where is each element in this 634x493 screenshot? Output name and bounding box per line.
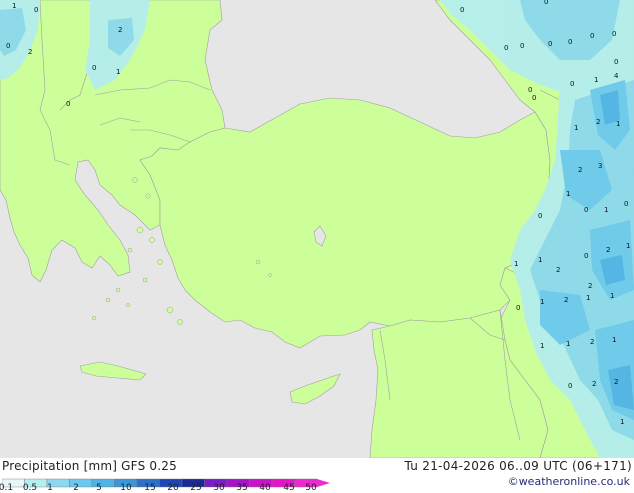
precip-value-label: 1 [620, 418, 624, 426]
color-scale-arrow [317, 479, 330, 487]
color-scale-tick: 50 [305, 483, 317, 493]
precip-value-label: 1 [604, 206, 608, 214]
color-scale-tick: 40 [259, 483, 271, 493]
precip-value-label: 0 [570, 80, 574, 88]
color-scale-tick: 30 [213, 483, 225, 493]
precip-value-label: 2 [596, 118, 600, 126]
precip-value-label: 0 [568, 382, 572, 390]
precip-value-label: 0 [614, 58, 618, 66]
color-scale-tick: 1 [47, 483, 53, 493]
precip-value-label: 2 [578, 166, 582, 174]
precip-value-label: 0 [520, 42, 524, 50]
precip-value-label: 0 [66, 100, 70, 108]
precip-value-label: 1 [586, 294, 590, 302]
color-scale-tick: 20 [167, 483, 179, 493]
credit-link[interactable]: ©weatheronline.co.uk [508, 475, 630, 488]
precip-value-label: 0 [34, 6, 38, 14]
precip-value-label: 1 [626, 242, 630, 250]
precip-value-label: 0 [568, 38, 572, 46]
precip-value-label: 1 [612, 336, 616, 344]
precip-value-label: 2 [588, 282, 592, 290]
precip-value-label: 2 [614, 378, 618, 386]
precip-value-label: 0 [504, 44, 508, 52]
color-scale-tick: 2 [73, 483, 79, 493]
precip-value-label: 4 [614, 72, 619, 80]
precip-value-label: 0 [532, 94, 536, 102]
precip-value-label: 1 [610, 292, 614, 300]
precip-value-label: 2 [28, 48, 32, 56]
precip-value-label: 0 [460, 6, 464, 14]
precip-value-label: 2 [556, 266, 560, 274]
precip-value-label: 1 [116, 68, 120, 76]
precip-value-label: 2 [118, 26, 122, 34]
precip-value-label: 1 [574, 124, 578, 132]
precip-value-label: 1 [566, 340, 570, 348]
color-scale-tick: 0.5 [22, 483, 38, 493]
precip-value-label: 1 [566, 190, 570, 198]
precip-value-label: 3 [598, 162, 602, 170]
color-scale-tick: 25 [190, 483, 202, 493]
color-scale-tick: 15 [144, 483, 156, 493]
precip-value-label: 1 [594, 76, 598, 84]
precip-value-label: 1 [540, 342, 544, 350]
color-scale-tick: 45 [283, 483, 295, 493]
precip-value-label: 2 [564, 296, 568, 304]
map-canvas: 1 0202010000 0 0 00 00001 4012 12 310 1002 11 1 0220… [0, 0, 634, 458]
valid-time: Tu 21-04-2026 06..09 UTC (06+171) [404, 459, 632, 473]
precip-value-label: 0 [528, 86, 532, 94]
color-scale-tick: 10 [120, 483, 132, 493]
color-scale-tick: 35 [236, 483, 248, 493]
precip-value-label: 0 [548, 40, 552, 48]
precip-value-label: 2 [606, 246, 610, 254]
color-scale: 0.1 0.5 1 2 5 10 15 20 25 30 35 40 45 50 [0, 473, 332, 493]
precip-value-label: 0 [612, 30, 616, 38]
precip-value-label: 0 [584, 206, 588, 214]
precip-value-label: 0 [590, 32, 594, 40]
precip-value-label: 1 [538, 256, 542, 264]
color-scale-tick: 0.1 [0, 483, 14, 493]
precip-value-label: 1 [12, 2, 16, 10]
footer: Precipitation [mm] GFS 0.25 Tu 21-04-202… [0, 458, 634, 493]
precip-value-label: 0 [624, 200, 628, 208]
precip-value-label: 0 [544, 0, 548, 6]
precip-value-label: 0 [516, 304, 520, 312]
precip-value-label: 0 [6, 42, 10, 50]
precip-value-label: 1 [514, 260, 518, 268]
precipitation-map: 1020201000000000000140121231010021110220… [0, 0, 634, 458]
precip-value-label: 2 [590, 338, 594, 346]
color-scale-tick: 5 [96, 483, 102, 493]
precip-value-label: 0 [92, 64, 96, 72]
map-title: Precipitation [mm] GFS 0.25 [2, 459, 177, 473]
precip-value-label: 0 [584, 252, 588, 260]
precip-value-label: 1 [616, 120, 620, 128]
precip-value-label: 0 [538, 212, 542, 220]
precip-value-label: 2 [592, 380, 596, 388]
precip-value-label: 1 [540, 298, 544, 306]
